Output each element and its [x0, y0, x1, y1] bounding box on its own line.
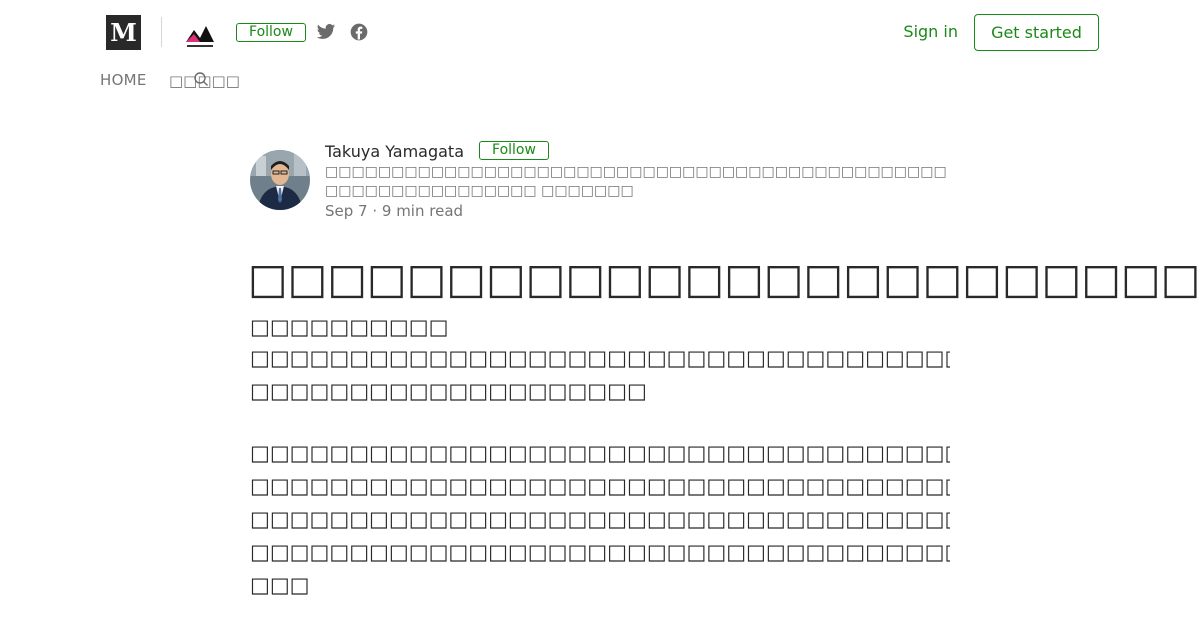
paragraph-line: □□□□□□□□□□□□□□□□□□□□□□□□□□□□□□□□□□□□□□□□…: [250, 346, 950, 370]
author-name[interactable]: Takuya Yamagata: [325, 142, 464, 161]
article-page: M Follow Sign in Get started HOME □□□□□ …: [0, 0, 1200, 630]
article-title: □□□□□□□□□□□□□□□□□□□□□□□□□: [248, 254, 1200, 303]
author-avatar[interactable]: [250, 150, 310, 210]
paragraph-line: □□□□□□□□□□□□□□□□□□□□□□□□□□□□□□□□□□□□□□□□…: [250, 507, 950, 531]
paragraph-line: □□□□□□□□□□□□□□□□□□□□□□□□□□□□□□□□□□□□□□□□…: [250, 540, 950, 564]
author-bio: □□□□□□□□□□□□□□□□□□□□□□□□□□□□□□□□□□□□□□□□…: [325, 164, 947, 199]
article-paragraph: □□□□□□□□□□□□□□□□□□□□□□□□□□□□□□□□□□□□□□□□…: [250, 437, 950, 602]
publication-follow-button[interactable]: Follow: [236, 23, 306, 42]
article-paragraph: □□□□□□□□□□□□□□□□□□□□□□□□□□□□□□□□□□□□□□□□…: [250, 342, 950, 408]
author-follow-button[interactable]: Follow: [479, 141, 549, 160]
nav-home-link[interactable]: HOME: [100, 71, 147, 89]
paragraph-line: □□□: [250, 573, 310, 597]
twitter-icon[interactable]: [316, 22, 336, 42]
article-subtitle: □□□□□□□□□□: [250, 315, 449, 339]
facebook-icon[interactable]: [349, 22, 369, 42]
medium-logo[interactable]: M: [106, 15, 141, 50]
publication-logo[interactable]: [184, 20, 216, 50]
header-divider: [161, 17, 162, 47]
article-meta: Sep 7 · 9 min read: [325, 202, 464, 220]
sign-in-link[interactable]: Sign in: [903, 22, 958, 42]
paragraph-line: □□□□□□□□□□□□□□□□□□□□□□□□□□□□□□□□□□□□□□□□…: [250, 441, 950, 465]
paragraph-line: □□□□□□□□□□□□□□□□□□□□: [250, 379, 647, 403]
search-icon[interactable]: [193, 71, 209, 87]
paragraph-line: □□□□□□□□□□□□□□□□□□□□□□□□□□□□□□□□□□□□□□□□…: [250, 474, 950, 498]
get-started-button[interactable]: Get started: [974, 14, 1099, 51]
